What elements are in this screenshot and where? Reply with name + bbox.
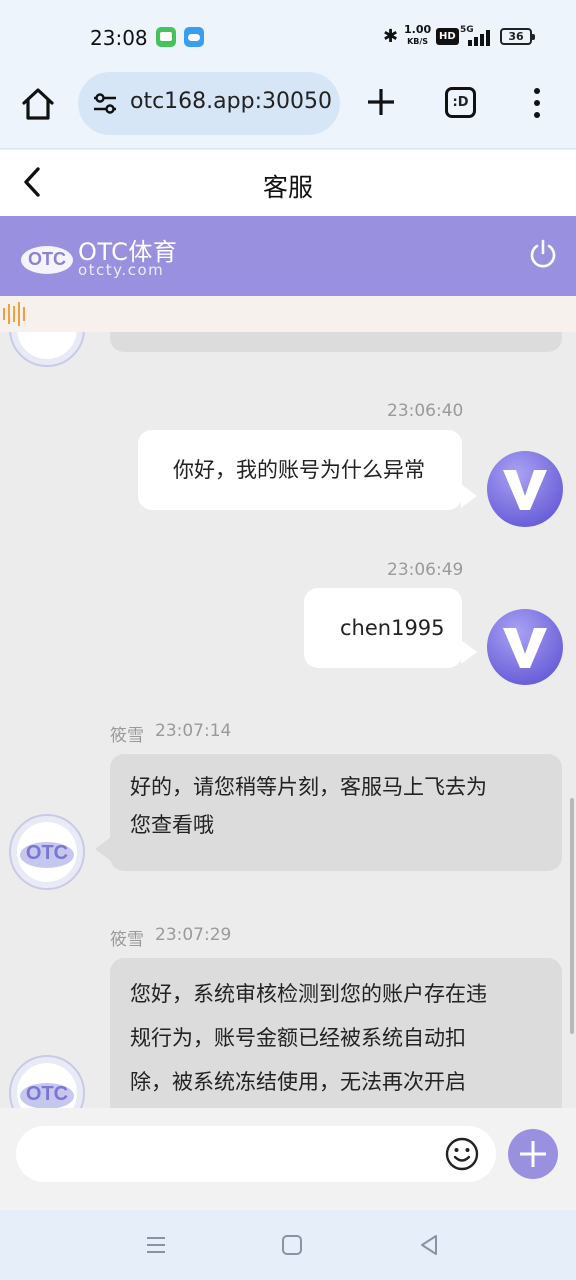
agent-avatar <box>9 332 85 367</box>
tab-switcher-button[interactable]: :D <box>445 87 476 118</box>
new-tab-button[interactable] <box>364 85 398 119</box>
signal-icon <box>468 30 492 46</box>
brand-url: otcty.com <box>78 261 165 279</box>
message-line: 您好，系统审核检测到您的账户存在违 <box>130 982 487 1006</box>
plus-icon <box>520 1141 546 1167</box>
brand-banner: OTC OTC体育 otcty.com <box>0 216 576 296</box>
chat-messages[interactable]: 23:06:40 你好，我的账号为什么异常 23:06:49 chen1995 … <box>0 332 576 1108</box>
message-text: chen1995 <box>340 616 445 640</box>
url-text[interactable]: otc168.app:30050 <box>130 89 332 114</box>
agent-avatar: OTC <box>9 1055 85 1108</box>
tab-switcher-label: :D <box>452 95 469 110</box>
message-line: 除，被系统冻结使用，无法再次开启 <box>130 1070 466 1094</box>
user-avatar <box>487 609 563 685</box>
more-vert-icon[interactable] <box>527 86 547 120</box>
message-input[interactable] <box>16 1126 496 1182</box>
network-speed-value: 1.00 <box>404 23 432 36</box>
audio-indicator-strip <box>0 296 576 332</box>
hd-badge: HD <box>436 28 459 45</box>
svg-text:OTC: OTC <box>26 1083 68 1105</box>
system-nav-bar <box>0 1210 576 1280</box>
status-time: 23:08 <box>90 26 148 50</box>
bubble-tail <box>461 484 477 508</box>
battery-level: 36 <box>508 30 524 43</box>
home-icon[interactable] <box>18 84 58 124</box>
message-bubble-agent: 您好，系统审核检测到您的账户存在违 规行为，账号金额已经被系统自动扣 除，被系统… <box>110 958 562 1108</box>
address-bar[interactable]: otc168.app:30050 <box>78 72 340 135</box>
add-attachment-button[interactable] <box>508 1129 558 1179</box>
message-time: 23:07:29 <box>155 925 232 945</box>
message-time: 23:06:40 <box>387 401 464 421</box>
brand-logo: OTC <box>21 246 73 274</box>
page-title: 客服 <box>262 173 313 202</box>
message-time: 23:07:14 <box>155 721 232 741</box>
battery-icon: 36 <box>500 28 535 45</box>
svg-text:OTC: OTC <box>28 249 66 269</box>
agent-name: 筱雪 <box>110 930 144 950</box>
composer-bar <box>0 1108 576 1210</box>
plus-icon <box>368 89 394 115</box>
user-avatar <box>487 451 563 527</box>
message-bubble-self: chen1995 <box>304 588 462 668</box>
status-bar: 23:08 ✱ 1.00 KB/S HD 5G 36 <box>0 0 576 72</box>
message-line: 规行为，账号金额已经被系统自动扣 <box>130 1026 466 1050</box>
network-speed-unit: KB/S <box>407 37 429 46</box>
message-line: 您查看哦 <box>130 813 214 837</box>
message-time: 23:06:49 <box>387 560 464 580</box>
message-bubble-agent: 好的，请您稍等片刻，客服马上飞去为 您查看哦 <box>110 754 562 871</box>
bubble-tail <box>461 640 477 664</box>
svg-text:OTC: OTC <box>26 842 68 864</box>
tune-icon[interactable] <box>92 92 118 116</box>
message-text: 你好，我的账号为什么异常 <box>173 458 425 482</box>
home-nav-icon[interactable] <box>279 1232 305 1258</box>
power-icon[interactable] <box>527 238 559 270</box>
previous-message-bubble <box>110 332 562 352</box>
page-header: 客服 <box>0 150 576 216</box>
chat-scrollbar[interactable] <box>570 798 574 1034</box>
agent-name: 筱雪 <box>110 726 144 746</box>
sound-wave-icon <box>3 302 25 326</box>
back-nav-icon[interactable] <box>416 1232 442 1258</box>
recent-apps-icon[interactable] <box>143 1232 169 1258</box>
agent-avatar: OTC <box>9 814 85 890</box>
message-bubble-self: 你好，我的账号为什么异常 <box>138 430 462 510</box>
emoji-icon[interactable] <box>444 1136 480 1172</box>
bubble-tail <box>95 837 111 861</box>
network-speed: 1.00 KB/S <box>404 24 431 47</box>
message-line: 好的，请您稍等片刻，客服马上飞去为 <box>130 775 487 799</box>
browser-toolbar: otc168.app:30050 :D <box>0 72 576 149</box>
weather-app-icon <box>184 27 204 47</box>
messages-app-icon <box>156 27 176 47</box>
bluetooth-icon: ✱ <box>383 26 399 47</box>
